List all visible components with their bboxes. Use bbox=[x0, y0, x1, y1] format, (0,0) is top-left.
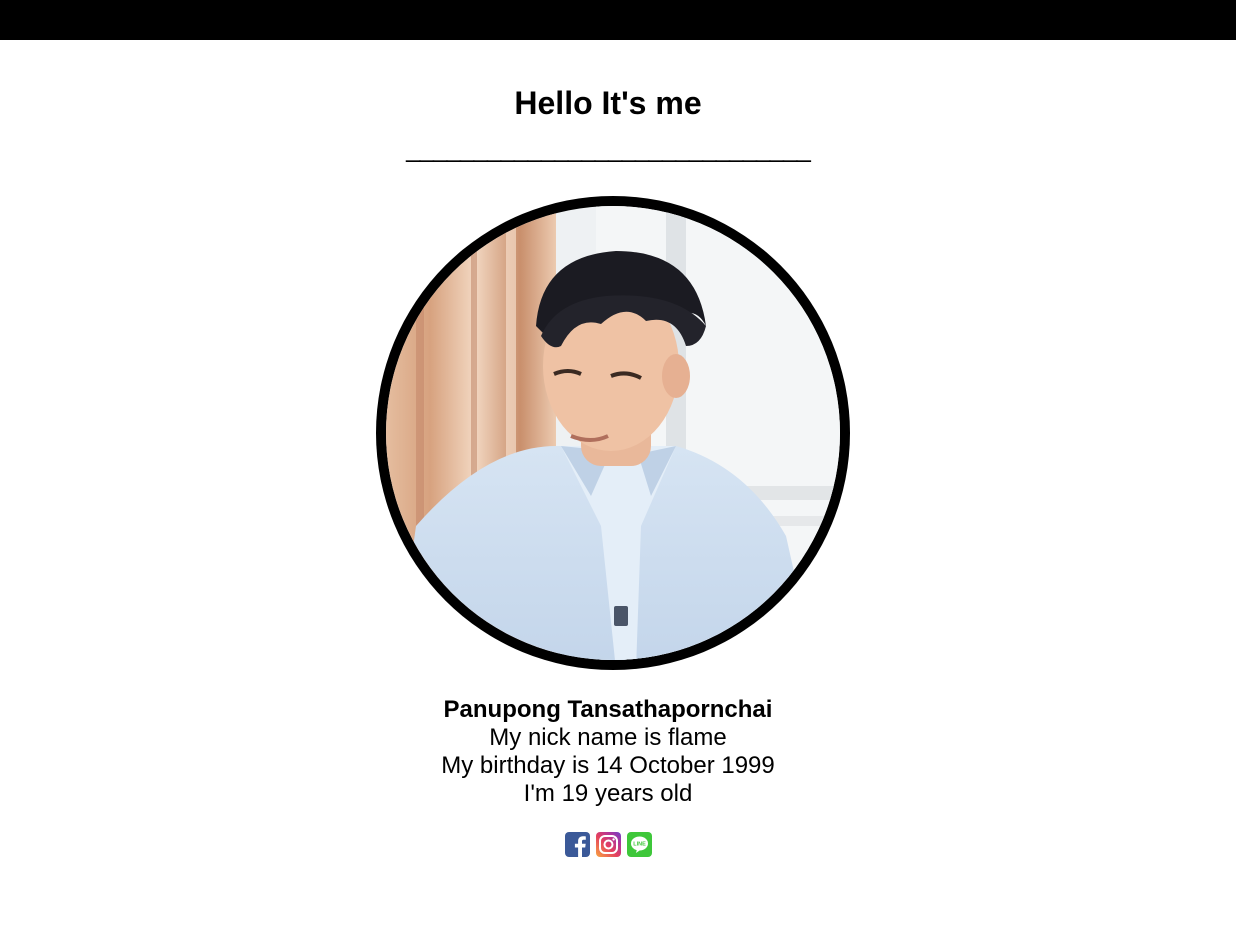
profile-nickname: My nick name is flame bbox=[489, 724, 727, 751]
profile-name: Panupong Tansathapornchai bbox=[443, 696, 773, 723]
profile-photo-illustration bbox=[386, 206, 840, 660]
page-title: Hello It's me bbox=[514, 85, 702, 121]
social-links: LINE bbox=[565, 832, 652, 857]
profile-photo bbox=[376, 196, 850, 670]
top-bar bbox=[0, 0, 1236, 40]
line-icon[interactable]: LINE bbox=[627, 832, 652, 857]
title-divider: ______________________________ bbox=[406, 133, 811, 163]
line-icon-text: LINE bbox=[633, 842, 646, 848]
profile-age: I'm 19 years old bbox=[523, 780, 693, 807]
facebook-icon[interactable] bbox=[565, 832, 590, 857]
profile-info: Panupong Tansathapornchai My nick name i… bbox=[0, 696, 1216, 808]
profile-birthday: My birthday is 14 October 1999 bbox=[441, 752, 775, 779]
instagram-icon[interactable] bbox=[596, 832, 621, 857]
